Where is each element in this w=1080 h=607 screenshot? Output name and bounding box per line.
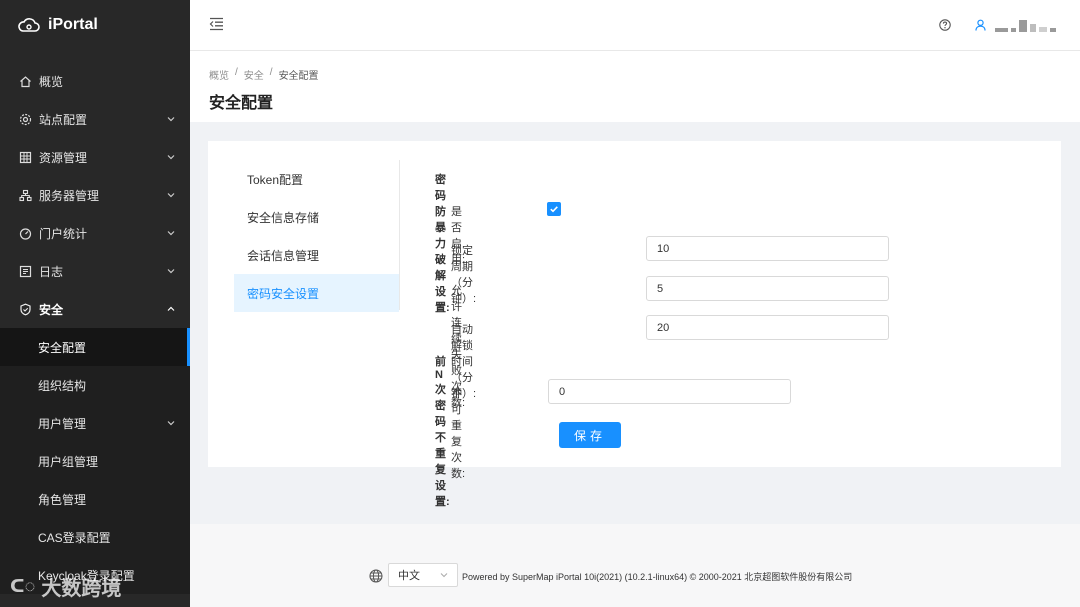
gear-icon <box>19 113 32 126</box>
tab-session-management[interactable]: 会话信息管理 <box>234 236 399 274</box>
sidebar-subitem-label: 用户管理 <box>38 416 87 431</box>
sidebar-item-site-config[interactable]: 站点配置 <box>0 100 190 138</box>
log-icon <box>19 265 32 278</box>
breadcrumb-separator: / <box>235 67 238 78</box>
sidebar-item-label: 日志 <box>39 264 64 279</box>
sidebar-subitem-org-structure[interactable]: 组织结构 <box>0 366 190 404</box>
grid-icon <box>19 151 32 164</box>
save-button[interactable]: 保存 <box>559 422 621 448</box>
sidebar-item-label: 安全 <box>39 302 64 317</box>
chevron-down-icon <box>167 231 175 236</box>
sidebar-subitem-cas-login[interactable]: CAS登录配置 <box>0 518 190 556</box>
breadcrumb-item-security[interactable]: 安全 <box>244 67 264 82</box>
watermark-text: 大数跨境 <box>41 578 122 600</box>
check-icon <box>550 206 558 213</box>
settings-tabs: Token配置 安全信息存储 会话信息管理 密码安全设置 <box>234 160 400 312</box>
footer: 中文 Powered by SuperMap iPortal 10i(2021)… <box>190 524 1080 607</box>
chevron-down-icon <box>167 155 175 160</box>
sidebar-item-label: 门户统计 <box>39 226 88 241</box>
question-circle-icon[interactable] <box>939 19 951 31</box>
sidebar-subitem-label: CAS登录配置 <box>38 530 111 545</box>
sidebar: iPortal 概览 站点配置 资源管理 服务器管理 门户统计 日志 安全 安全… <box>0 0 190 607</box>
auto-unlock-input[interactable]: 20 <box>646 315 889 340</box>
user-icon[interactable] <box>975 19 986 31</box>
breadcrumb: 概览 / 安全 / 安全配置 <box>209 67 319 82</box>
enable-checkbox[interactable] <box>547 202 561 216</box>
breadcrumb-item-current: 安全配置 <box>278 71 319 82</box>
sidebar-item-label: 服务器管理 <box>39 188 100 203</box>
chevron-down-icon <box>167 421 175 426</box>
sidebar-menu: 概览 站点配置 资源管理 服务器管理 门户统计 日志 安全 安全配置 组织结构 … <box>0 62 190 594</box>
tab-security-storage[interactable]: 安全信息存储 <box>234 198 399 236</box>
no-repeat-label: 不可重复次数: <box>451 388 466 480</box>
no-repeat-input[interactable]: 0 <box>548 379 791 404</box>
app-name: iPortal <box>48 16 98 33</box>
brute-force-section-title: 密码防暴力破解设置: <box>435 174 450 314</box>
server-icon <box>19 189 32 202</box>
logo[interactable]: iPortal <box>0 0 190 50</box>
sidebar-item-resources[interactable]: 资源管理 <box>0 138 190 176</box>
cloud-logo-icon <box>18 18 40 32</box>
globe-icon <box>369 569 383 583</box>
language-select[interactable]: 中文 <box>388 563 458 587</box>
settings-card: Token配置 安全信息存储 会话信息管理 密码安全设置 密码防暴力破解设置: … <box>208 141 1061 508</box>
watermark-logo-icon: ᑕ◌ <box>10 576 36 596</box>
sidebar-item-security[interactable]: 安全 <box>0 290 190 328</box>
chevron-down-icon <box>440 573 448 578</box>
sidebar-subitem-label: 角色管理 <box>38 492 87 507</box>
sidebar-subitem-role-management[interactable]: 角色管理 <box>0 480 190 518</box>
no-repeat-section-title: 前N次密码不重复设置: <box>435 356 450 508</box>
breadcrumb-item-overview[interactable]: 概览 <box>209 67 229 82</box>
sidebar-subitem-label: 安全配置 <box>38 340 87 355</box>
chevron-up-icon <box>167 306 175 311</box>
sidebar-item-servers[interactable]: 服务器管理 <box>0 176 190 214</box>
watermark: ᑕ◌ 大数跨境 <box>10 572 121 601</box>
top-header <box>190 0 1080 51</box>
shield-icon <box>19 303 32 316</box>
tab-password-security[interactable]: 密码安全设置 <box>234 274 399 312</box>
sidebar-subitem-label: 用户组管理 <box>38 454 99 469</box>
user-name-redacted[interactable] <box>995 18 1056 32</box>
language-select-value: 中文 <box>398 570 420 582</box>
home-icon <box>19 75 32 88</box>
breadcrumb-separator: / <box>269 67 273 78</box>
page-title: 安全配置 <box>209 95 274 112</box>
sidebar-subitem-label: 组织结构 <box>38 378 87 393</box>
lock-period-input[interactable]: 10 <box>646 236 889 261</box>
menu-fold-icon[interactable] <box>209 17 224 31</box>
sidebar-item-label: 概览 <box>39 74 64 89</box>
page-header: 概览 / 安全 / 安全配置 安全配置 <box>190 51 1080 122</box>
copyright-text: Powered by SuperMap iPortal 10i(2021) (1… <box>462 572 853 582</box>
chevron-down-icon <box>167 193 175 198</box>
sidebar-item-label: 资源管理 <box>39 150 88 165</box>
chevron-down-icon <box>167 269 175 274</box>
dashboard-icon <box>19 227 32 240</box>
sidebar-item-overview[interactable]: 概览 <box>0 62 190 100</box>
sidebar-item-logs[interactable]: 日志 <box>0 252 190 290</box>
sidebar-subitem-security-config[interactable]: 安全配置 <box>0 328 190 366</box>
allowed-failures-input[interactable]: 5 <box>646 276 889 301</box>
sidebar-subitem-usergroup-management[interactable]: 用户组管理 <box>0 442 190 480</box>
tab-token-config[interactable]: Token配置 <box>234 160 399 198</box>
sidebar-item-label: 站点配置 <box>39 112 88 127</box>
sidebar-item-statistics[interactable]: 门户统计 <box>0 214 190 252</box>
sidebar-subitem-user-management[interactable]: 用户管理 <box>0 404 190 442</box>
chevron-down-icon <box>167 117 175 122</box>
